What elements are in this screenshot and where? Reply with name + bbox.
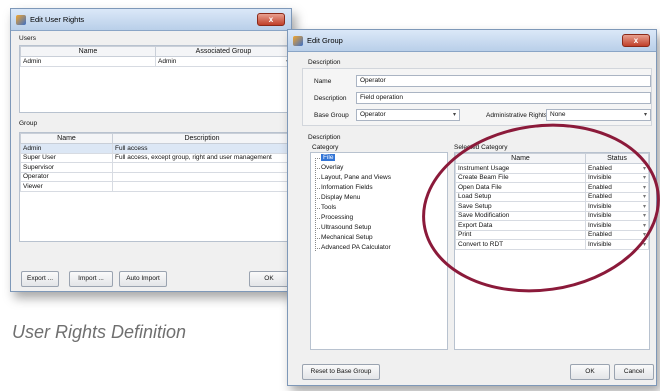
cancel-button[interactable]: Cancel xyxy=(614,364,654,380)
group-desc-cell[interactable]: Full access xyxy=(112,143,292,154)
category-label: Category xyxy=(312,144,339,151)
category-item-file[interactable]: File xyxy=(321,154,336,161)
highlight-ellipse xyxy=(422,123,660,293)
edit-group-ok-button[interactable]: OK xyxy=(570,364,610,380)
description-field[interactable]: Field operation xyxy=(356,92,651,104)
table-row[interactable]: Super User Full access, except group, rig… xyxy=(20,152,292,163)
category-item-mechanical-setup[interactable]: Mechanical Setup xyxy=(321,234,373,241)
tree-connector xyxy=(315,168,320,169)
category-item-advanced-pa[interactable]: Advanced PA Calculator xyxy=(321,244,391,251)
user-rights-ok-button[interactable]: OK xyxy=(249,271,289,287)
category-item-overlay[interactable]: Overlay xyxy=(321,164,343,171)
description-label: Description xyxy=(314,95,347,102)
category-item-processing[interactable]: Processing xyxy=(321,214,353,221)
users-table: Name Associated Group Admin Admin▾ xyxy=(20,46,292,67)
tree-connector xyxy=(315,248,320,249)
export-button[interactable]: Export ... xyxy=(21,271,59,287)
group-desc-cell[interactable] xyxy=(112,171,292,182)
tree-connector xyxy=(315,228,320,229)
app-icon xyxy=(16,14,26,25)
category-item-ultrasound-setup[interactable]: Ultrasound Setup xyxy=(321,224,371,231)
tree-connector xyxy=(315,178,320,179)
tree-connector xyxy=(315,198,320,199)
users-col-name[interactable]: Name xyxy=(20,46,156,57)
edit-group-window: Edit Group x Description Name Operator D… xyxy=(287,29,660,386)
edit-user-rights-window: Edit User Rights x Users Name Associated… xyxy=(10,8,293,292)
base-group-label: Base Group xyxy=(314,112,349,119)
category-item-display-menu[interactable]: Display Menu xyxy=(321,194,360,201)
user-rights-titlebar[interactable]: Edit User Rights x xyxy=(11,9,291,31)
table-row[interactable]: Admin Full access xyxy=(20,143,292,154)
group-name-cell[interactable]: Viewer xyxy=(20,181,113,192)
users-table-panel: Name Associated Group Admin Admin▾ xyxy=(19,45,293,113)
tree-connector xyxy=(315,158,320,159)
admin-rights-label: Administrative Rights xyxy=(486,112,548,119)
edit-group-titlebar[interactable]: Edit Group x xyxy=(288,30,656,52)
group-name-cell[interactable]: Super User xyxy=(20,152,113,163)
chevron-down-icon[interactable]: ▾ xyxy=(644,110,647,120)
close-icon[interactable]: x xyxy=(257,13,285,26)
group-table: Name Description Admin Full access Super … xyxy=(20,133,292,192)
group-col-name[interactable]: Name xyxy=(20,133,113,144)
group-name-cell[interactable]: Supervisor xyxy=(20,162,113,173)
group-col-description[interactable]: Description xyxy=(112,133,292,144)
table-row[interactable]: Admin Admin▾ xyxy=(20,56,292,67)
user-group-cell[interactable]: Admin▾ xyxy=(155,56,292,67)
import-button[interactable]: Import ... xyxy=(69,271,113,287)
edit-group-title: Edit Group xyxy=(307,36,343,45)
group-desc-cell[interactable] xyxy=(112,181,292,192)
tree-connector xyxy=(315,218,320,219)
close-icon[interactable]: x xyxy=(622,34,650,47)
category-item-tools[interactable]: Tools xyxy=(321,204,336,211)
user-rights-title: Edit User Rights xyxy=(30,15,85,24)
caption: User Rights Definition xyxy=(12,322,187,342)
users-section-label: Users xyxy=(19,35,36,42)
category-item-layout[interactable]: Layout, Pane and Views xyxy=(321,174,391,181)
app-icon xyxy=(293,35,303,46)
name-label: Name xyxy=(314,78,332,85)
group-desc-cell[interactable] xyxy=(112,162,292,173)
name-field[interactable]: Operator xyxy=(356,75,651,87)
chevron-down-icon[interactable]: ▾ xyxy=(453,110,456,120)
table-row[interactable]: Operator xyxy=(20,171,292,182)
reset-to-base-group-button[interactable]: Reset to Base Group xyxy=(302,364,380,380)
table-row[interactable]: Viewer xyxy=(20,181,292,192)
group-name-cell[interactable]: Admin xyxy=(20,143,113,154)
tree-connector xyxy=(315,238,320,239)
table-row[interactable]: Supervisor xyxy=(20,162,292,173)
auto-import-button[interactable]: Auto Import xyxy=(119,271,167,287)
description2-label: Description xyxy=(308,134,341,141)
group-desc-cell[interactable]: Full access, except group, right and use… xyxy=(112,152,292,163)
category-item-information-fields[interactable]: Information Fields xyxy=(321,184,373,191)
users-col-group[interactable]: Associated Group xyxy=(155,46,292,57)
group-name-cell[interactable]: Operator xyxy=(20,171,113,182)
description-section-label: Description xyxy=(308,59,341,66)
tree-connector xyxy=(315,208,320,209)
user-name-cell[interactable]: Admin xyxy=(20,56,156,67)
tree-connector xyxy=(315,188,320,189)
group-section-label: Group xyxy=(19,120,38,127)
group-table-panel: Name Description Admin Full access Super … xyxy=(19,132,293,242)
